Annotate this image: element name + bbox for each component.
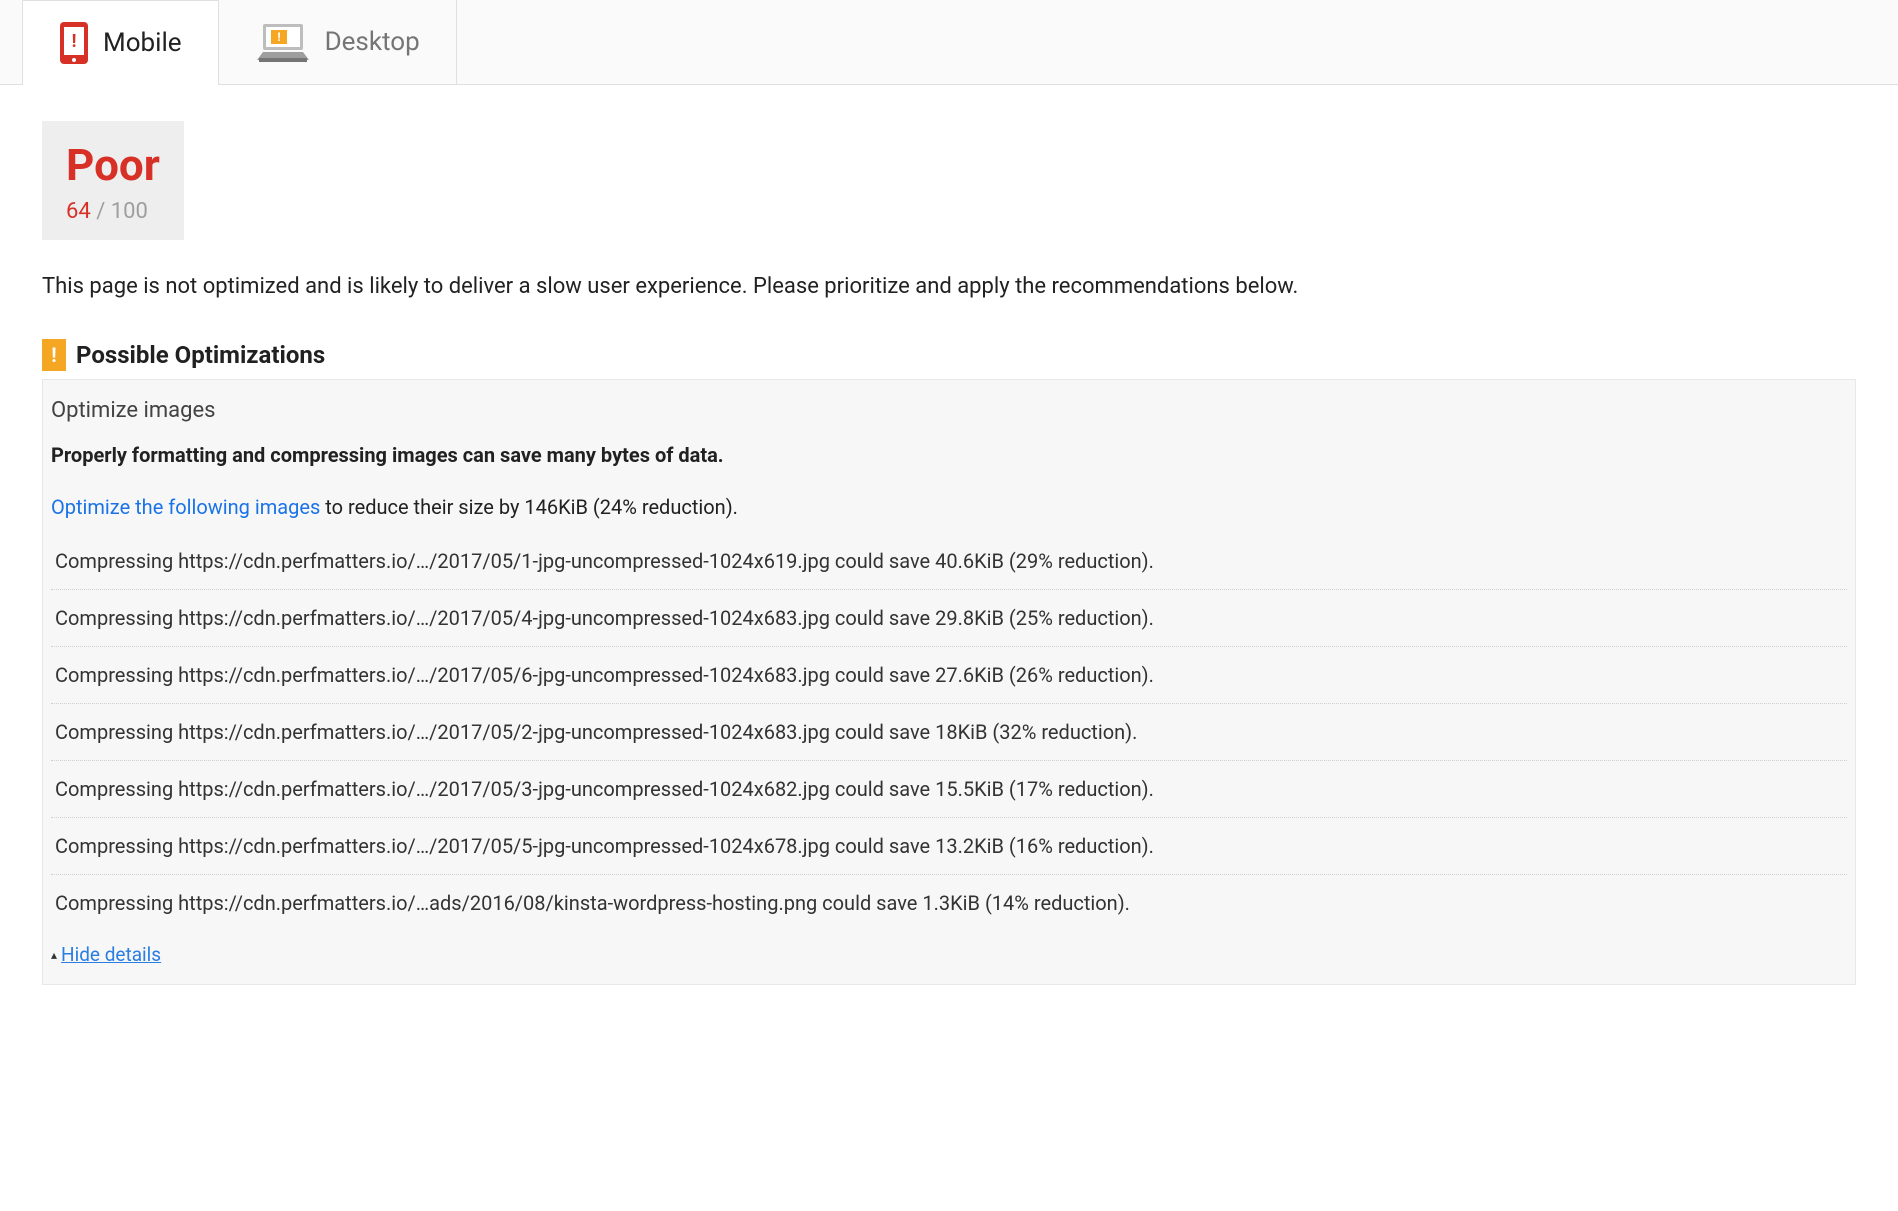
list-item: Compressing https://cdn.perfmatters.io/…… <box>51 703 1847 760</box>
tab-mobile-label: Mobile <box>103 28 182 58</box>
score-label: Poor <box>66 139 160 191</box>
svg-text:!: ! <box>72 31 77 52</box>
panel-description: Optimize the following images to reduce … <box>43 495 1855 533</box>
desktop-alert-icon: ! <box>255 22 311 62</box>
list-item: Compressing https://cdn.perfmatters.io/…… <box>51 874 1847 931</box>
optimize-images-link[interactable]: Optimize the following images <box>51 495 320 519</box>
section-title: Possible Optimizations <box>76 341 325 369</box>
list-item: Compressing https://cdn.perfmatters.io/…… <box>51 533 1847 589</box>
list-item: Compressing https://cdn.perfmatters.io/…… <box>51 589 1847 646</box>
panel-title: Optimize images <box>43 398 1855 443</box>
list-item: Compressing https://cdn.perfmatters.io/…… <box>51 646 1847 703</box>
image-savings-list: Compressing https://cdn.perfmatters.io/…… <box>43 533 1855 931</box>
score-value-line: 64 / 100 <box>66 199 160 224</box>
score-value: 64 <box>66 199 91 224</box>
svg-text:!: ! <box>277 30 280 44</box>
score-card: Poor 64 / 100 <box>42 121 184 240</box>
list-item: Compressing https://cdn.perfmatters.io/…… <box>51 760 1847 817</box>
mobile-alert-icon: ! <box>59 21 89 65</box>
collapse-arrow-icon: ▴ <box>51 948 57 962</box>
tab-desktop-label: Desktop <box>325 27 420 57</box>
panel-desc-rest: to reduce their size by 146KiB (24% redu… <box>320 495 738 519</box>
hide-details-label: Hide details <box>61 943 161 966</box>
warning-icon: ! <box>42 339 66 371</box>
tab-mobile[interactable]: ! Mobile <box>22 0 219 85</box>
hide-details-toggle[interactable]: ▴ Hide details <box>43 931 1855 966</box>
panel-subtitle: Properly formatting and compressing imag… <box>43 443 1855 495</box>
list-item: Compressing https://cdn.perfmatters.io/…… <box>51 817 1847 874</box>
summary-text: This page is not optimized and is likely… <box>42 270 1856 303</box>
tab-desktop[interactable]: ! Desktop <box>219 0 457 84</box>
section-header: ! Possible Optimizations <box>42 339 1856 371</box>
device-tabs: ! Mobile ! Desktop <box>0 0 1898 85</box>
optimization-panel: Optimize images Properly formatting and … <box>42 379 1856 985</box>
score-max: 100 <box>111 199 148 224</box>
score-separator: / <box>91 199 111 224</box>
main-content: Poor 64 / 100 This page is not optimized… <box>0 85 1898 1021</box>
